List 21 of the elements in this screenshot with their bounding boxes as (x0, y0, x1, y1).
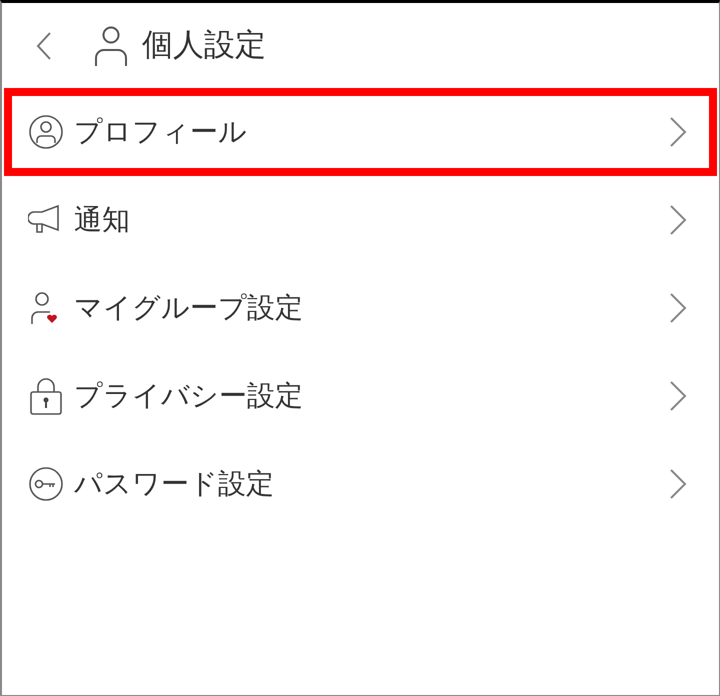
user-circle-icon (28, 114, 64, 150)
chevron-right-icon (669, 380, 687, 412)
row-label: パスワード設定 (74, 466, 275, 502)
chevron-right-icon (669, 292, 687, 324)
page-title: 個人設定 (142, 26, 266, 66)
padlock-icon (28, 376, 64, 416)
row-label: プロフィール (74, 114, 248, 150)
settings-row[interactable]: プライバシー設定 (4, 352, 717, 440)
back-chevron-icon (36, 30, 52, 60)
chevron-right-icon (669, 468, 687, 500)
settings-row[interactable]: マイグループ設定 (4, 264, 717, 352)
row-label: 通知 (74, 202, 131, 238)
user-icon (94, 26, 128, 66)
key-circle-icon (28, 466, 64, 502)
chevron-right-icon (669, 204, 687, 236)
row-label: マイグループ設定 (74, 290, 304, 326)
chevron-right-icon (669, 116, 687, 148)
settings-row[interactable]: 通知 (4, 176, 717, 264)
settings-row[interactable]: パスワード設定 (4, 440, 717, 528)
row-label: プライバシー設定 (74, 378, 304, 414)
settings-row[interactable]: プロフィール (4, 88, 717, 176)
